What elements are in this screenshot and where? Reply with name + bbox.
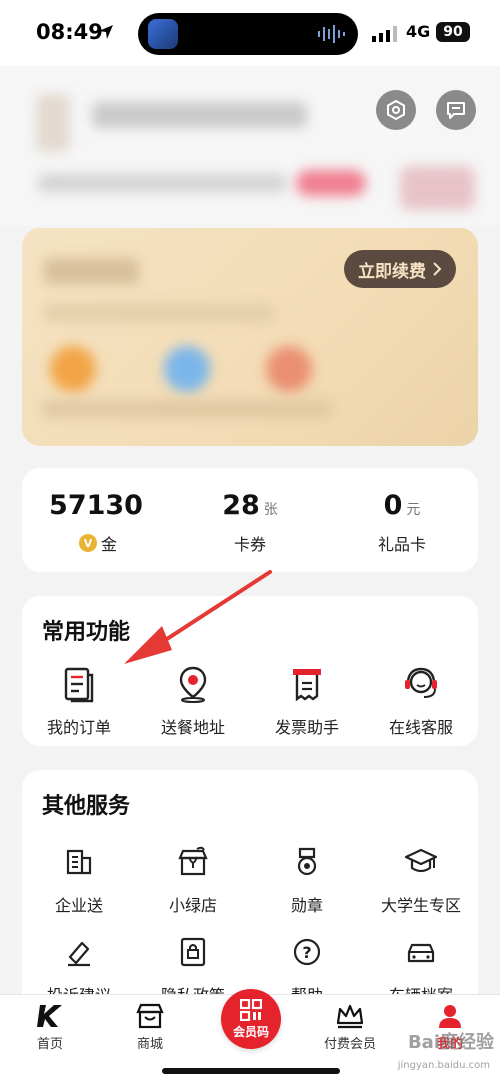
watermark-url: jingyan.baidu.com (397, 1060, 490, 1071)
green-store-button[interactable]: 小绿店 (136, 840, 250, 916)
service-label: 企业送 (54, 896, 103, 915)
audio-wave-icon (318, 25, 345, 43)
medal-button[interactable]: 勋章 (250, 840, 364, 916)
stat-unit: 张 (263, 502, 278, 518)
graduation-cap-icon (399, 840, 443, 884)
headset-icon (399, 662, 443, 706)
stat-value: 0 (383, 490, 403, 521)
online-service-button[interactable]: 在线客服 (364, 662, 478, 738)
watermark: Bai度经验 (407, 1032, 494, 1053)
tab-label: 付费会员 (323, 1037, 376, 1052)
stat-value: 57130 (49, 490, 143, 521)
avatar[interactable] (36, 94, 70, 152)
enterprise-delivery-button[interactable]: 企业送 (22, 840, 136, 916)
network-type: 4G (406, 22, 431, 41)
settings-hexagon-icon (387, 99, 405, 121)
svg-text:?: ? (302, 943, 311, 962)
app-screen: 08:49 4G 90 立即续费 57130 V 金 28 张 卡券 0 元 礼… (0, 0, 500, 1084)
member-info-blurred (38, 174, 286, 192)
promo-blurred[interactable] (400, 166, 475, 210)
tab-home[interactable]: 首页 (10, 1003, 90, 1052)
settings-button[interactable] (376, 90, 416, 130)
profile-header (0, 66, 500, 226)
help-icon: ? (285, 930, 329, 974)
user-name-blurred (92, 102, 307, 128)
kfc-logo-icon (37, 1005, 62, 1027)
function-label: 送餐地址 (160, 718, 225, 737)
green-store-icon (171, 840, 215, 884)
signal-icon (372, 26, 397, 42)
member-badge-blurred[interactable] (296, 170, 366, 196)
tab-label: 商城 (136, 1037, 163, 1052)
vip-title-blurred (44, 258, 139, 284)
stat-gift-card[interactable]: 0元 礼品卡 (326, 468, 478, 572)
college-student-button[interactable]: 大学生专区 (364, 840, 478, 916)
function-label: 我的订单 (46, 718, 111, 737)
profile-icon (439, 1005, 461, 1028)
service-label: 勋章 (290, 896, 323, 915)
stat-label: 卡券 (233, 535, 266, 554)
tab-member-code[interactable]: 会员码 (221, 989, 281, 1049)
home-indicator[interactable] (162, 1068, 340, 1074)
location-pin-icon (171, 662, 215, 706)
tab-label: 会员码 (232, 1024, 269, 1039)
battery-icon: 90 (436, 22, 470, 42)
section-title: 其他服务 (42, 794, 131, 819)
stat-label: 礼品卡 (377, 535, 426, 554)
medal-icon (285, 840, 329, 884)
common-functions-card: 常用功能 我的订单 送餐地址 发票助手 在线客服 (22, 596, 478, 746)
vip-benefit-icon (164, 346, 210, 392)
assets-summary-card: 57130 V金 28 张 卡券 0元 礼品卡 (22, 468, 478, 572)
stat-coupons[interactable]: 28 张 卡券 (174, 468, 326, 572)
tab-paid-member[interactable]: 付费会员 (310, 1003, 390, 1052)
privacy-icon (171, 930, 215, 974)
section-title: 常用功能 (42, 620, 131, 645)
vip-subtitle-blurred (44, 304, 274, 322)
stat-label: 金 (100, 535, 117, 554)
tab-mall[interactable]: 商城 (110, 1003, 190, 1052)
status-time: 08:49 (36, 20, 103, 44)
function-label: 在线客服 (388, 718, 453, 737)
crown-icon (336, 1004, 364, 1029)
my-orders-button[interactable]: 我的订单 (22, 662, 136, 738)
tab-label: 首页 (36, 1037, 63, 1052)
app-thumbnail-icon (148, 19, 178, 49)
feedback-icon (57, 930, 101, 974)
renew-button[interactable]: 立即续费 (344, 250, 456, 288)
gold-coin-icon: V (78, 534, 97, 552)
order-icon (57, 662, 101, 706)
vip-benefit-icon (266, 346, 312, 392)
vip-benefit-icon (50, 346, 96, 392)
qr-code-icon (240, 998, 262, 1021)
function-label: 发票助手 (274, 718, 339, 737)
stat-value: 28 (222, 490, 260, 521)
building-icon (57, 840, 101, 884)
delivery-address-button[interactable]: 送餐地址 (136, 662, 250, 738)
chevron-right-icon (433, 262, 442, 276)
message-button[interactable] (436, 90, 476, 130)
vip-membership-card[interactable]: 立即续费 (22, 228, 478, 446)
stat-coins[interactable]: 57130 V金 (22, 468, 174, 572)
status-bar: 08:49 4G 90 (0, 0, 500, 66)
invoice-assistant-button[interactable]: 发票助手 (250, 662, 364, 738)
car-icon (399, 930, 443, 974)
message-icon (447, 102, 465, 119)
dynamic-island (138, 13, 358, 55)
vip-benefits-blurred (42, 400, 332, 418)
store-icon (136, 1003, 164, 1029)
service-label: 小绿店 (168, 896, 217, 915)
invoice-icon (285, 662, 329, 706)
other-services-card: 其他服务 企业送 小绿店 勋章 大学生专区 ? (22, 770, 478, 1010)
location-arrow-icon (99, 25, 113, 39)
service-label: 大学生专区 (380, 896, 461, 915)
stat-unit: 元 (406, 502, 421, 518)
renew-label: 立即续费 (358, 261, 426, 282)
